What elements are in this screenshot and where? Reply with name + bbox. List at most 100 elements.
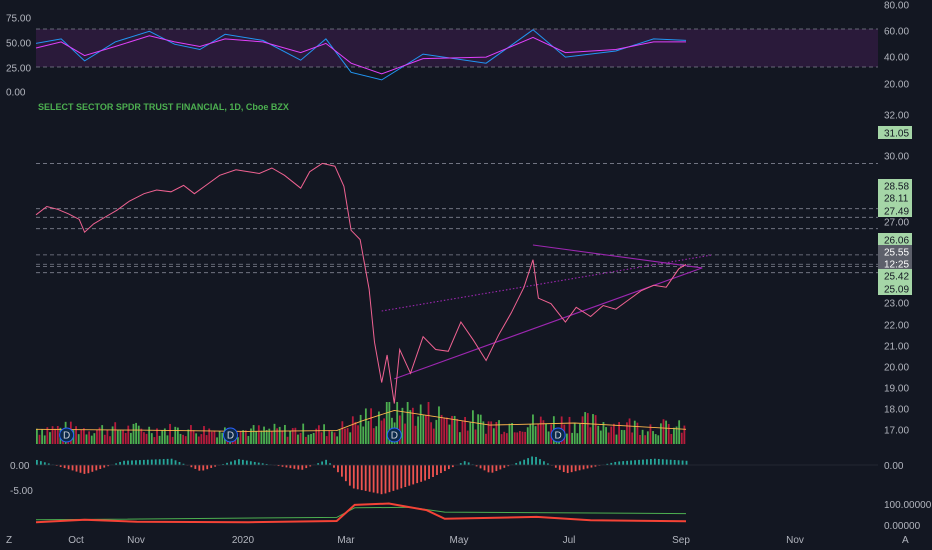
osc-bar-117 (499, 465, 502, 470)
volume-bar-187 (524, 431, 527, 444)
volume-bar-221 (612, 423, 615, 444)
volume-bar-52 (171, 436, 174, 444)
osc-bar-40 (194, 465, 197, 469)
volume-bar-57 (184, 436, 187, 444)
price-tick-15: 20.00 (884, 363, 909, 374)
volume-bar-68 (213, 430, 216, 444)
volume-bar-155 (440, 414, 443, 444)
osc-bar-10 (75, 465, 78, 472)
volume-bar-118 (344, 428, 346, 444)
volume-bar-64 (203, 426, 205, 444)
osc-bar-122 (519, 461, 522, 465)
rsi-right-tick-3: 20.00 (884, 80, 909, 91)
volume-bar-156 (443, 417, 446, 444)
dividend-label-2: D (391, 431, 398, 442)
x-tick-7: Nov (786, 535, 804, 546)
volume-bar-114 (333, 432, 336, 444)
volume-bar-17 (80, 429, 83, 444)
volume-bar-233 (644, 435, 647, 444)
rsi-right-tick-2: 40.00 (884, 53, 909, 64)
osc-bar-7 (63, 465, 66, 469)
volume-bar-214 (594, 415, 597, 444)
volume-bar-166 (469, 422, 472, 444)
volume-bar-242 (667, 423, 670, 444)
osc-bar-76 (337, 465, 339, 473)
volume-bar-225 (623, 430, 626, 444)
volume-bar-189 (529, 423, 532, 444)
bottom-tick-0: 100.00000 (884, 500, 932, 511)
volume-bar-212 (589, 427, 592, 444)
osc-bar-153 (642, 459, 644, 465)
volume-bar-193 (539, 416, 542, 444)
volume-bar-209 (581, 416, 584, 444)
osc-bar-26 (138, 460, 141, 465)
osc-bar-125 (531, 456, 533, 465)
rsi-band (36, 29, 878, 67)
x-tick-5: Jul (563, 535, 576, 546)
volume-bar-98 (291, 428, 294, 444)
volume-bar-142 (406, 402, 409, 444)
rsi-left-tick-2: 25.00 (6, 64, 31, 75)
osc-bar-77 (341, 465, 343, 477)
volume-bar-191 (534, 426, 537, 444)
volume-bar-8 (56, 425, 59, 444)
osc-bar-33 (166, 458, 169, 465)
volume-bar-216 (599, 430, 602, 444)
osc-bar-163 (681, 460, 684, 465)
volume-bar-109 (320, 432, 323, 444)
osc-bar-154 (646, 459, 648, 465)
volume-bar-153 (435, 419, 438, 444)
volume-bar-157 (445, 417, 448, 444)
osc-bar-72 (321, 461, 324, 465)
volume-bar-234 (646, 431, 649, 444)
osc-bar-132 (558, 465, 561, 470)
osc-bar-64 (289, 465, 292, 469)
volume-bar-39 (137, 425, 140, 444)
price-tick-12: 23.00 (884, 299, 909, 310)
rsi-left-tick-3: 0.00 (6, 88, 26, 99)
osc-bar-103 (444, 465, 446, 472)
chart-canvas[interactable]: 75.00 50.00 25.00 0.00 80.00 60.00 40.00 20.00… (0, 0, 932, 550)
volume-bar-220 (610, 426, 613, 444)
osc-bar-49 (230, 461, 232, 465)
osc-tick-0: 0.00 (10, 461, 30, 472)
volume-bar-207 (576, 433, 579, 444)
osc-tick-1: -5.00 (10, 486, 33, 497)
price-tick-16: 19.00 (884, 384, 909, 395)
volume-bar-229 (633, 420, 636, 444)
volume-bar-222 (615, 434, 618, 444)
osc-bar-22 (123, 460, 125, 465)
volume-bar-26 (103, 434, 106, 444)
volume-bar-5 (49, 432, 51, 444)
volume-bar-146 (417, 416, 419, 444)
volume-bar-43 (148, 426, 151, 444)
volume-bar-131 (378, 411, 380, 444)
volume-bar-1 (38, 434, 41, 444)
volume-bar-179 (503, 431, 506, 444)
volume-bar-88 (265, 429, 268, 444)
price-tag-label-8: 25.55 (884, 248, 909, 259)
volume-bar-126 (364, 408, 367, 444)
osc-bar-94 (408, 465, 411, 486)
corner-label-left[interactable]: Z (6, 535, 12, 546)
volume-bar-162 (458, 432, 461, 444)
volume-bar-71 (221, 432, 224, 444)
osc-bar-150 (630, 460, 632, 465)
price-tag-label-1: 31.05 (884, 129, 909, 140)
volume-bar-244 (673, 427, 675, 444)
volume-bar-196 (547, 431, 550, 444)
volume-bar-82 (250, 428, 252, 444)
osc-bar-87 (380, 465, 383, 495)
volume-bar-168 (474, 429, 477, 444)
dividend-label-3: D (555, 431, 562, 442)
volume-bar-29 (111, 426, 114, 444)
volume-bar-240 (662, 419, 665, 444)
rsi-left-tick-1: 50.00 (6, 39, 31, 50)
osc-bar-84 (368, 465, 371, 492)
volume-bar-203 (565, 433, 568, 444)
volume-bar-106 (312, 432, 315, 444)
volume-bar-60 (192, 430, 195, 444)
volume-bar-45 (153, 437, 156, 444)
corner-label-right[interactable]: A (902, 535, 909, 546)
osc-bar-9 (71, 465, 74, 471)
